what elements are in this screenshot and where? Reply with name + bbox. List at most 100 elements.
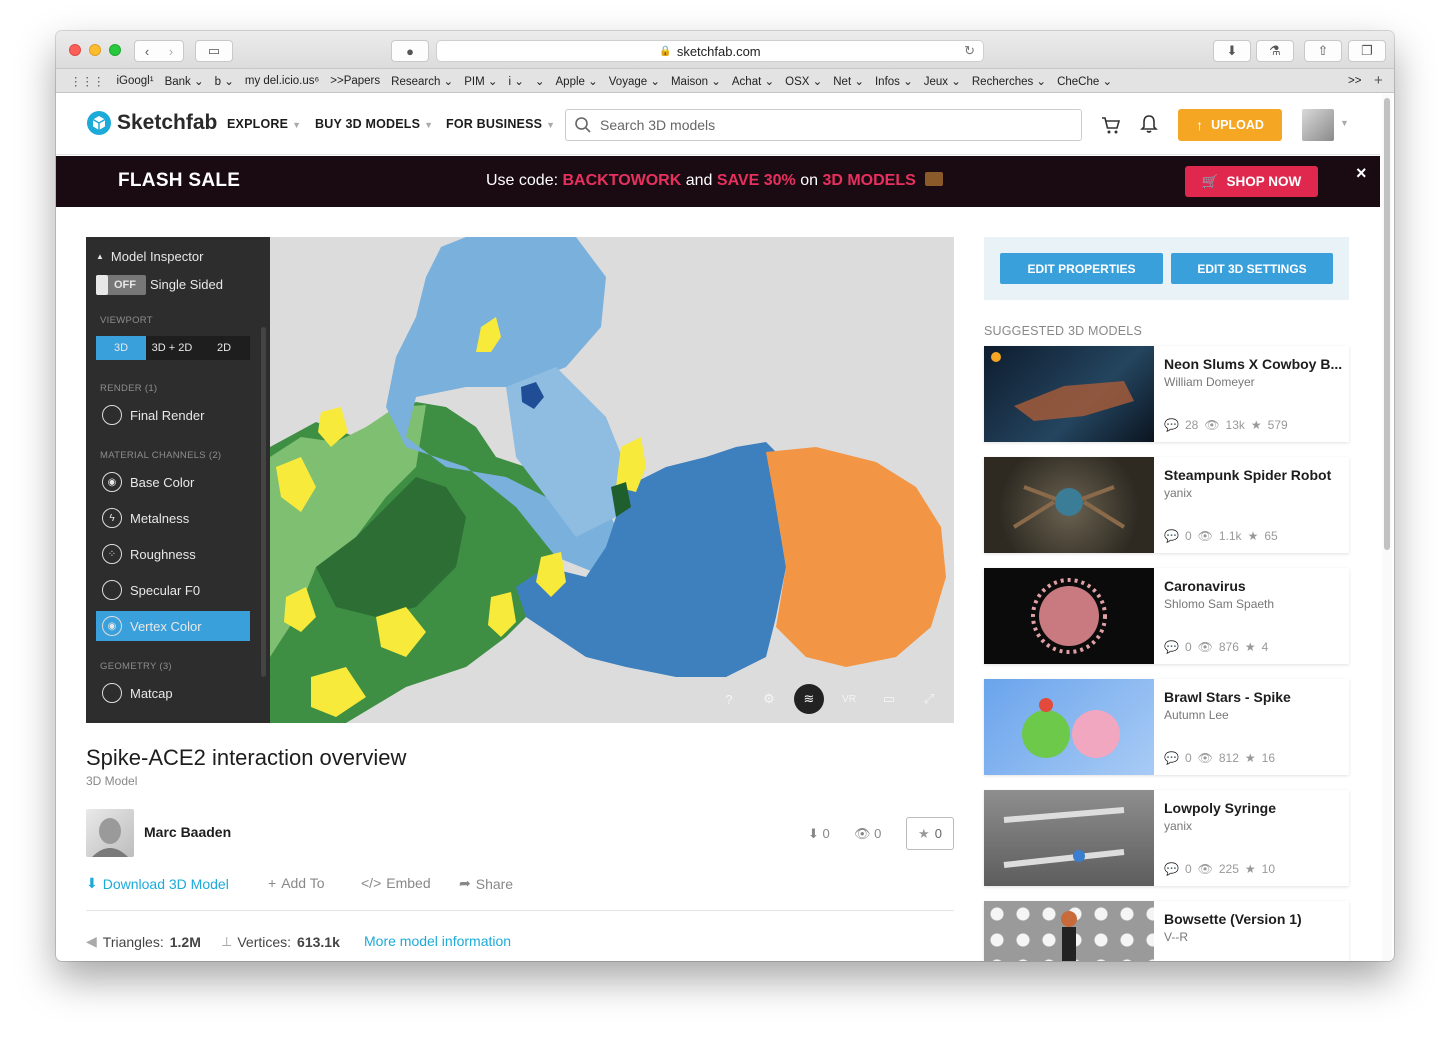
card-title[interactable]: Bowsette (Version 1) — [1164, 911, 1344, 927]
grid-icon[interactable]: ⋮⋮⋮ — [70, 74, 105, 88]
upload-button[interactable]: ↑ UPLOAD — [1178, 109, 1282, 141]
help-icon[interactable]: ? — [714, 684, 744, 714]
nav-explore[interactable]: EXPLORE ▼ — [227, 117, 301, 131]
evernote-button[interactable]: ● — [391, 40, 429, 62]
model-thumbnail[interactable] — [984, 790, 1154, 886]
bookmark-item[interactable]: >>Papers — [330, 75, 380, 87]
channel-base-color[interactable]: ◉ Base Color — [96, 467, 250, 497]
card-author[interactable]: V--R — [1164, 930, 1188, 944]
close-icon[interactable]: × — [1356, 163, 1367, 184]
bookmark-item[interactable]: Jeux ⌄ — [924, 74, 961, 88]
card-title[interactable]: Caronavirus — [1164, 578, 1344, 594]
bookmark-item[interactable]: Infos ⌄ — [875, 74, 913, 88]
search-input[interactable]: Search 3D models — [565, 109, 1082, 141]
card-author[interactable]: Autumn Lee — [1164, 708, 1229, 722]
more-info-link[interactable]: More model information — [364, 933, 511, 949]
channel-vertex-color[interactable]: ◉ Vertex Color — [96, 611, 250, 641]
card-author[interactable]: Shlomo Sam Spaeth — [1164, 597, 1274, 611]
extension-button[interactable]: ⚗ — [1256, 40, 1294, 62]
back-forward-buttons[interactable]: ‹ › — [134, 40, 184, 62]
page-scrollbar[interactable] — [1382, 94, 1392, 961]
downloads-button[interactable]: ⬇ — [1213, 40, 1251, 62]
zoom-window-button[interactable] — [109, 44, 121, 56]
like-button[interactable]: ★ 0 — [906, 817, 954, 850]
suggested-card[interactable]: Caronavirus Shlomo Sam Spaeth 💬 0 👁 876 ★ 4 — [984, 568, 1349, 664]
viewport-3d-2d[interactable]: 3D + 2D — [146, 336, 198, 360]
card-title[interactable]: Neon Slums X Cowboy B... — [1164, 356, 1344, 372]
nav-buy-models[interactable]: BUY 3D MODELS ▼ — [315, 117, 433, 131]
inspector-scrollbar[interactable] — [261, 327, 266, 677]
suggested-card[interactable]: Lowpoly Syringe yanix 💬 0 👁 225 ★ 10 — [984, 790, 1349, 886]
layers-icon[interactable]: ≋ — [794, 684, 824, 714]
model-thumbnail[interactable] — [984, 679, 1154, 775]
channel-metalness[interactable]: ϟ Metalness — [96, 503, 250, 533]
address-bar[interactable]: 🔒 sketchfab.com ↻ — [436, 40, 984, 62]
bookmark-item[interactable]: Maison ⌄ — [671, 74, 721, 88]
bookmark-item[interactable]: iGoogl¹ — [117, 75, 154, 87]
chevron-down-icon[interactable]: ▼ — [1340, 118, 1349, 128]
embed-link[interactable]: </> Embed — [361, 875, 431, 891]
bookmark-item[interactable]: b ⌄ — [215, 74, 234, 88]
bookmark-item[interactable]: i ⌄ — [508, 74, 523, 88]
model-viewer[interactable]: ▲ Model Inspector OFF Single Sided VIEWP… — [86, 237, 954, 723]
bookmark-item[interactable]: PIM ⌄ — [464, 74, 497, 88]
viewport-3d[interactable]: 3D — [96, 336, 146, 360]
model-thumbnail[interactable] — [984, 568, 1154, 664]
matcap-item[interactable]: Matcap — [96, 678, 250, 708]
bookmark-item[interactable]: OSX ⌄ — [785, 74, 822, 88]
bookmark-item[interactable]: Achat ⌄ — [732, 74, 774, 88]
tabs-button[interactable]: ❐ — [1348, 40, 1386, 62]
share-button[interactable]: ⇧ — [1304, 40, 1342, 62]
card-author[interactable]: yanix — [1164, 486, 1192, 500]
nav-business[interactable]: FOR BUSINESS ▼ — [446, 117, 555, 131]
model-thumbnail[interactable] — [984, 457, 1154, 553]
single-sided-toggle[interactable]: OFF — [96, 275, 146, 295]
author-avatar[interactable] — [86, 809, 134, 857]
bookmark-item[interactable]: my del.icio.us⁶ — [245, 75, 319, 87]
ar-icon[interactable]: ▭ — [874, 684, 904, 714]
minimize-window-button[interactable] — [89, 44, 101, 56]
channel-roughness[interactable]: ⁘ Roughness — [96, 539, 250, 569]
suggested-card[interactable]: Steampunk Spider Robot yanix 💬 0 👁 1.1k ★ 65 — [984, 457, 1349, 553]
sketchfab-logo[interactable]: Sketchfab — [86, 110, 217, 136]
viewport-2d[interactable]: 2D — [198, 336, 250, 360]
back-icon[interactable]: ‹ — [145, 44, 149, 59]
bookmarks-overflow[interactable]: >> — [1348, 75, 1361, 87]
card-author[interactable]: yanix — [1164, 819, 1192, 833]
card-author[interactable]: William Domeyer — [1164, 375, 1255, 389]
sidebar-toggle-button[interactable]: ▭ — [195, 40, 233, 62]
scrollbar-thumb[interactable] — [1384, 98, 1390, 550]
edit-properties-button[interactable]: EDIT PROPERTIES — [1000, 253, 1163, 284]
bookmark-item[interactable]: CheChe ⌄ — [1057, 74, 1112, 88]
bookmark-item[interactable]: Recherches ⌄ — [972, 74, 1046, 88]
user-avatar[interactable] — [1302, 109, 1334, 141]
reload-icon[interactable]: ↻ — [964, 43, 975, 59]
add-to-link[interactable]: + Add To — [268, 875, 325, 891]
card-title[interactable]: Steampunk Spider Robot — [1164, 467, 1344, 483]
channel-specular[interactable]: Specular F0 — [96, 575, 250, 605]
suggested-card[interactable]: Bowsette (Version 1) V--R — [984, 901, 1349, 961]
cart-icon[interactable] — [1101, 115, 1121, 135]
card-title[interactable]: Brawl Stars - Spike — [1164, 689, 1344, 705]
vr-icon[interactable]: VR — [834, 684, 864, 714]
final-render-item[interactable]: Final Render — [96, 400, 250, 430]
close-window-button[interactable] — [69, 44, 81, 56]
bookmark-item[interactable]: Research ⌄ — [391, 74, 453, 88]
bookmark-item[interactable]: Net ⌄ — [833, 74, 864, 88]
edit-3d-settings-button[interactable]: EDIT 3D SETTINGS — [1171, 253, 1333, 284]
bookmark-item[interactable]: Voyage ⌄ — [609, 74, 660, 88]
shop-now-button[interactable]: 🛒 SHOP NOW — [1185, 166, 1318, 197]
forward-icon[interactable]: › — [169, 44, 173, 59]
author-name[interactable]: Marc Baaden — [144, 824, 231, 840]
model-thumbnail[interactable] — [984, 901, 1154, 961]
bookmark-item[interactable]: ⌄ — [535, 74, 545, 88]
new-tab-icon[interactable]: + — [1374, 72, 1383, 89]
card-title[interactable]: Lowpoly Syringe — [1164, 800, 1344, 816]
suggested-card[interactable]: Neon Slums X Cowboy B... William Domeyer… — [984, 346, 1349, 442]
bookmark-item[interactable]: Bank ⌄ — [165, 74, 204, 88]
inspector-header[interactable]: ▲ Model Inspector — [96, 249, 203, 264]
share-link[interactable]: ➦ Share — [459, 875, 513, 892]
download-model-link[interactable]: ⬇ Download 3D Model — [86, 875, 229, 892]
settings-icon[interactable]: ⚙ — [754, 684, 784, 714]
fullscreen-icon[interactable]: ⤢ — [914, 684, 944, 714]
